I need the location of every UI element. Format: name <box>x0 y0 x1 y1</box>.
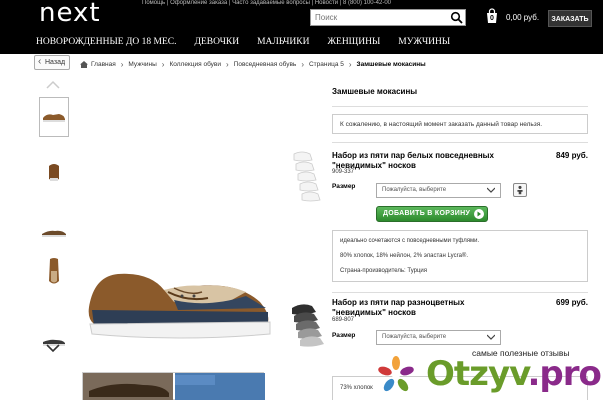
thumbnails-up-icon[interactable] <box>46 80 60 89</box>
accessory-code-1: 909-337 <box>332 169 355 175</box>
search-input[interactable] <box>311 10 449 25</box>
breadcrumb-separator: › <box>161 60 165 69</box>
breadcrumb-item-page[interactable]: Страница 5 <box>309 61 344 68</box>
breadcrumb-item-shoes[interactable]: Коллекция обуви <box>169 61 221 68</box>
order-button[interactable]: ЗАКАЗАТЬ <box>548 10 592 27</box>
shoe-thumbnail-image <box>49 258 59 284</box>
home-icon[interactable] <box>80 61 88 68</box>
nav-item-boys[interactable]: МАЛЬЧИКИ <box>257 37 309 47</box>
divider <box>332 292 588 293</box>
arrow-right-icon <box>474 209 484 219</box>
size-guide-icon[interactable] <box>513 183 527 197</box>
description-line: идеально сочетаются с повседневными туфл… <box>340 238 480 244</box>
shoe-thumbnail-image <box>43 114 65 122</box>
unavailable-notice: К сожалению, в настоящий момент заказать… <box>332 114 588 134</box>
divider <box>332 142 588 143</box>
shoe-thumbnail-image <box>42 230 66 237</box>
watermark-brand: Otzyv <box>426 354 528 394</box>
size-label-2: Размер <box>332 332 356 339</box>
add-to-basket-label: ДОБАВИТЬ В КОРЗИНУ <box>383 210 471 217</box>
thumbnail-2[interactable] <box>39 152 69 192</box>
back-button[interactable]: Назад <box>34 55 70 70</box>
accessory-price-1: 849 руб. <box>556 151 588 160</box>
size-select-2[interactable]: Пожалуйста, выберите <box>376 330 501 345</box>
shoe-thumbnail-image <box>49 164 59 181</box>
accessory-image-2[interactable] <box>288 298 328 358</box>
size-select-value: Пожалуйста, выберите <box>382 334 447 340</box>
description-line: 80% хлопок, 18% нейлон, 2% эластан Lycra… <box>340 253 468 259</box>
divider <box>332 106 588 107</box>
watermark-suffix: .pro <box>527 354 602 394</box>
size-label-1: Размер <box>332 183 356 190</box>
otzyv-watermark: Otzyv.pro <box>426 354 602 394</box>
chevron-down-icon <box>487 187 495 193</box>
nav-item-women[interactable]: ЖЕНЩИНЫ <box>328 37 381 47</box>
breadcrumb-separator: › <box>225 60 229 69</box>
thumbnails-down-icon[interactable] <box>46 344 60 353</box>
description-line: Страна-производитель: Турция <box>340 268 428 274</box>
breadcrumb: Главная › Мужчины › Коллекция обуви › По… <box>80 60 426 69</box>
related-images-strip[interactable] <box>82 372 265 400</box>
page: Помощь | Оформление заказа | Часто задав… <box>0 0 603 400</box>
chevron-down-icon <box>487 334 495 340</box>
next-logo[interactable]: next <box>39 0 101 26</box>
thumbnail-5[interactable] <box>39 322 69 362</box>
add-to-basket-button[interactable]: ДОБАВИТЬ В КОРЗИНУ <box>376 206 488 222</box>
cart-total[interactable]: 0,00 руб. <box>506 13 539 22</box>
breadcrumb-current: Замшевые мокасины <box>356 61 426 68</box>
accessory-title-1[interactable]: Набор из пяти пар белых повседневных "не… <box>332 151 512 171</box>
nav-item-men[interactable]: МУЖЧИНЫ <box>398 37 450 47</box>
thumbnail-3[interactable] <box>39 212 69 252</box>
thumbnail-1[interactable] <box>39 97 69 137</box>
search-box <box>310 9 466 26</box>
breadcrumb-separator: › <box>120 60 124 69</box>
nav-item-girls[interactable]: ДЕВОЧКИ <box>194 37 239 47</box>
breadcrumb-item-men[interactable]: Мужчины <box>128 61 156 68</box>
breadcrumb-item-home[interactable]: Главная <box>91 61 116 68</box>
top-strip[interactable]: Помощь | Оформление заказа | Часто задав… <box>142 0 462 6</box>
accessory-title-2[interactable]: Набор из пяти пар разноцветных "невидимы… <box>332 298 512 318</box>
accessory-price-2: 699 руб. <box>556 298 588 307</box>
main-nav: НОВОРОЖДЕННЫЕ ДО 18 МЕС. ДЕВОЧКИ МАЛЬЧИК… <box>36 37 468 47</box>
breadcrumb-separator: › <box>301 60 304 69</box>
related-image <box>83 373 265 400</box>
breadcrumb-item-casual[interactable]: Повседневная обувь <box>234 61 297 68</box>
nav-item-newborn[interactable]: НОВОРОЖДЕННЫЕ ДО 18 МЕС. <box>36 37 176 47</box>
cart-count: 0 <box>490 15 494 22</box>
product-title: Замшевые мокасины <box>332 87 418 96</box>
watermark-tagline: самые полезные отзывы <box>472 348 570 358</box>
thumbnail-4[interactable] <box>39 252 69 292</box>
breadcrumb-separator: › <box>348 60 352 69</box>
accessory-code-2: 689-807 <box>332 317 355 323</box>
search-icon[interactable] <box>450 11 464 24</box>
accessory-description-1: идеально сочетаются с повседневными туфл… <box>332 230 588 282</box>
accessory-image-1[interactable] <box>288 150 328 210</box>
main-product-image[interactable] <box>78 262 278 344</box>
otzyv-logo-icon <box>378 356 414 392</box>
size-select-1[interactable]: Пожалуйста, выберите <box>376 183 501 198</box>
size-select-value: Пожалуйста, выберите <box>382 187 447 193</box>
